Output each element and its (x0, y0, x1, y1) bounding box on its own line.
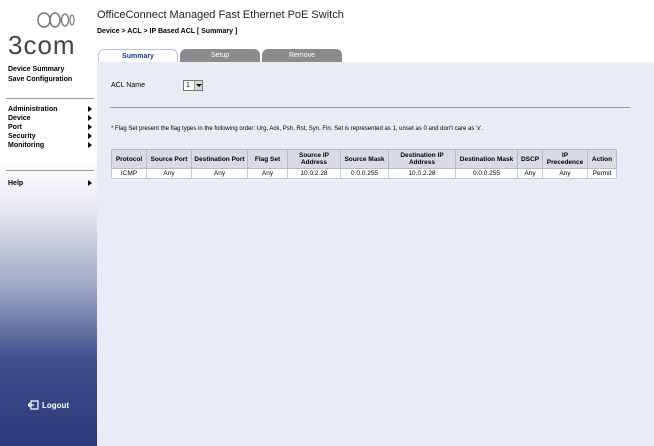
table-cell: Any (146, 168, 192, 179)
flag-set-note: * Flag Set present the flag types in the… (111, 126, 483, 132)
sidebar-menu: Administration Device Port Security Moni… (8, 105, 94, 150)
col-ip-precedence: IP Precedence (542, 149, 588, 169)
col-destination-port: Destination Port (191, 149, 248, 169)
table-cell: Any (247, 168, 288, 179)
col-source-ip: Source IP Address (287, 149, 341, 169)
col-protocol: Protocol (111, 149, 147, 169)
logout-label: Logout (42, 400, 70, 410)
arrow-right-icon (88, 115, 92, 121)
breadcrumb: Device > ACL > IP Based ACL [ Summary ] (97, 28, 238, 35)
col-source-port: Source Port (146, 149, 192, 169)
sidebar-item-label: Device (8, 115, 31, 122)
save-configuration-link[interactable]: Save Configuration (8, 76, 72, 83)
device-summary-link[interactable]: Device Summary (8, 66, 72, 73)
logo-circles-icon (37, 12, 75, 28)
sidebar-help-menu: Help (8, 179, 94, 188)
table-cell: 10.0.2.28 (287, 168, 341, 179)
table-cell: 0.0.0.255 (455, 168, 518, 179)
acl-summary-table: Protocol Source Port Destination Port Fl… (111, 149, 617, 179)
sidebar-item-label: Monitoring (8, 142, 45, 149)
sidebar-item-device[interactable]: Device (8, 114, 94, 123)
divider (110, 107, 630, 108)
tab-remove[interactable]: Remove (262, 49, 342, 62)
logo-text: 3com (8, 30, 76, 60)
tab-bar: Summary Setup Remove (98, 49, 344, 62)
arrow-right-icon (88, 133, 92, 139)
sidebar-item-label: Port (8, 124, 22, 131)
logout-button[interactable]: Logout (28, 400, 69, 410)
table-cell: 0.0.0.255 (340, 168, 389, 179)
table-header-row: Protocol Source Port Destination Port Fl… (111, 149, 617, 169)
col-destination-ip: Destination IP Address (388, 149, 456, 169)
arrow-right-icon (88, 124, 92, 130)
sidebar-item-monitoring[interactable]: Monitoring (8, 141, 94, 150)
table-cell: Permit (587, 168, 617, 179)
sidebar-top-links: Device Summary Save Configuration (8, 66, 72, 86)
arrow-right-icon (88, 142, 92, 148)
logout-icon (28, 400, 39, 410)
sidebar-divider (6, 98, 94, 99)
col-flag-set: Flag Set (247, 149, 288, 169)
page-title: OfficeConnect Managed Fast Ethernet PoE … (97, 9, 344, 21)
table-cell: ICMP (111, 168, 147, 179)
tab-setup[interactable]: Setup (180, 49, 260, 62)
sidebar-item-help[interactable]: Help (8, 179, 94, 188)
sidebar: 3com Device Summary Save Configuration A… (0, 0, 97, 446)
table-row: ICMP Any Any Any 10.0.2.28 0.0.0.255 10.… (111, 168, 617, 179)
col-dscp: DSCP (517, 149, 543, 169)
sidebar-item-label: Administration (8, 106, 58, 113)
sidebar-item-port[interactable]: Port (8, 123, 94, 132)
arrow-right-icon (88, 106, 92, 112)
brand-logo: 3com (6, 4, 92, 60)
sidebar-item-label: Security (8, 133, 36, 140)
table-cell: 10.0.2.28 (388, 168, 456, 179)
col-destination-mask: Destination Mask (455, 149, 518, 169)
acl-name-label: ACL Name (111, 82, 145, 89)
acl-name-row: ACL Name 1 (111, 80, 203, 91)
chevron-down-icon[interactable] (194, 81, 202, 90)
table-cell: Any (517, 168, 543, 179)
sidebar-item-security[interactable]: Security (8, 132, 94, 141)
col-source-mask: Source Mask (340, 149, 389, 169)
sidebar-item-administration[interactable]: Administration (8, 105, 94, 114)
tab-summary[interactable]: Summary (98, 49, 178, 62)
sidebar-item-label: Help (8, 180, 24, 187)
table-cell: Any (542, 168, 588, 179)
content-panel: ACL Name 1 * Flag Set present the flag t… (97, 62, 654, 446)
sidebar-divider (6, 170, 94, 171)
arrow-right-icon (88, 180, 92, 186)
table-cell: Any (191, 168, 248, 179)
acl-name-value: 1 (186, 82, 190, 89)
acl-name-select[interactable]: 1 (183, 80, 203, 91)
col-action: Action (587, 149, 617, 169)
